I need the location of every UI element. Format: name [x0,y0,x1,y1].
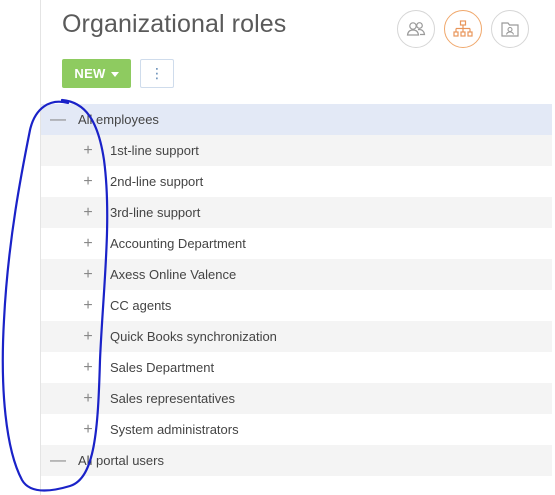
expand-icon[interactable]: + [79,297,97,314]
collapse-icon[interactable]: — [49,111,67,128]
tree-node-label: Sales representatives [110,391,236,406]
tree-node[interactable]: + Axess Online Valence [41,259,552,290]
org-structure-icon [453,20,473,37]
collapse-icon[interactable]: — [49,452,67,469]
expand-icon[interactable]: + [79,204,97,221]
expand-icon[interactable]: + [79,328,97,345]
users-icon [406,22,426,36]
caret-down-icon [110,71,119,77]
tree-node[interactable]: + System administrators [41,414,552,445]
employees-view-button[interactable] [397,10,435,48]
org-structure-view-button[interactable] [444,10,482,48]
new-button-label: NEW [74,66,106,81]
tree-node-label: CC agents [110,298,172,313]
expand-icon[interactable]: + [79,359,97,376]
tree-node-label: All employees [78,112,159,127]
tree-node[interactable]: + Quick Books synchronization [41,321,552,352]
tree-node[interactable]: + 1st-line support [41,135,552,166]
tree-node-label: Accounting Department [110,236,246,251]
more-actions-button[interactable]: ⋮ [140,59,174,88]
tree-node-all-employees[interactable]: — All employees [41,104,552,135]
tree-node-label: All portal users [78,453,164,468]
page-title: Organizational roles [62,10,287,38]
expand-icon[interactable]: + [79,421,97,438]
contact-card-icon [501,22,519,37]
functional-roles-view-button[interactable] [491,10,529,48]
expand-icon[interactable]: + [79,390,97,407]
tree-node[interactable]: + CC agents [41,290,552,321]
tree-node-all-portal-users[interactable]: — All portal users [41,445,552,476]
tree-node-label: System administrators [110,422,239,437]
expand-icon[interactable]: + [79,142,97,159]
tree-node-label: 2nd-line support [110,174,204,189]
more-vertical-icon: ⋮ [150,65,164,81]
tree-node[interactable]: + 2nd-line support [41,166,552,197]
roles-tree: — All employees + 1st-line support + 2nd… [41,104,552,476]
tree-node-label: Quick Books synchronization [110,329,277,344]
tree-node-label: 1st-line support [110,143,199,158]
tree-node-label: Axess Online Valence [110,267,237,282]
expand-icon[interactable]: + [79,235,97,252]
tree-node[interactable]: + Accounting Department [41,228,552,259]
tree-node-label: 3rd-line support [110,205,201,220]
new-button[interactable]: NEW [62,59,131,88]
tree-node-label: Sales Department [110,360,215,375]
tree-node[interactable]: + Sales Department [41,352,552,383]
expand-icon[interactable]: + [79,266,97,283]
tree-node[interactable]: + 3rd-line support [41,197,552,228]
tree-node[interactable]: + Sales representatives [41,383,552,414]
expand-icon[interactable]: + [79,173,97,190]
